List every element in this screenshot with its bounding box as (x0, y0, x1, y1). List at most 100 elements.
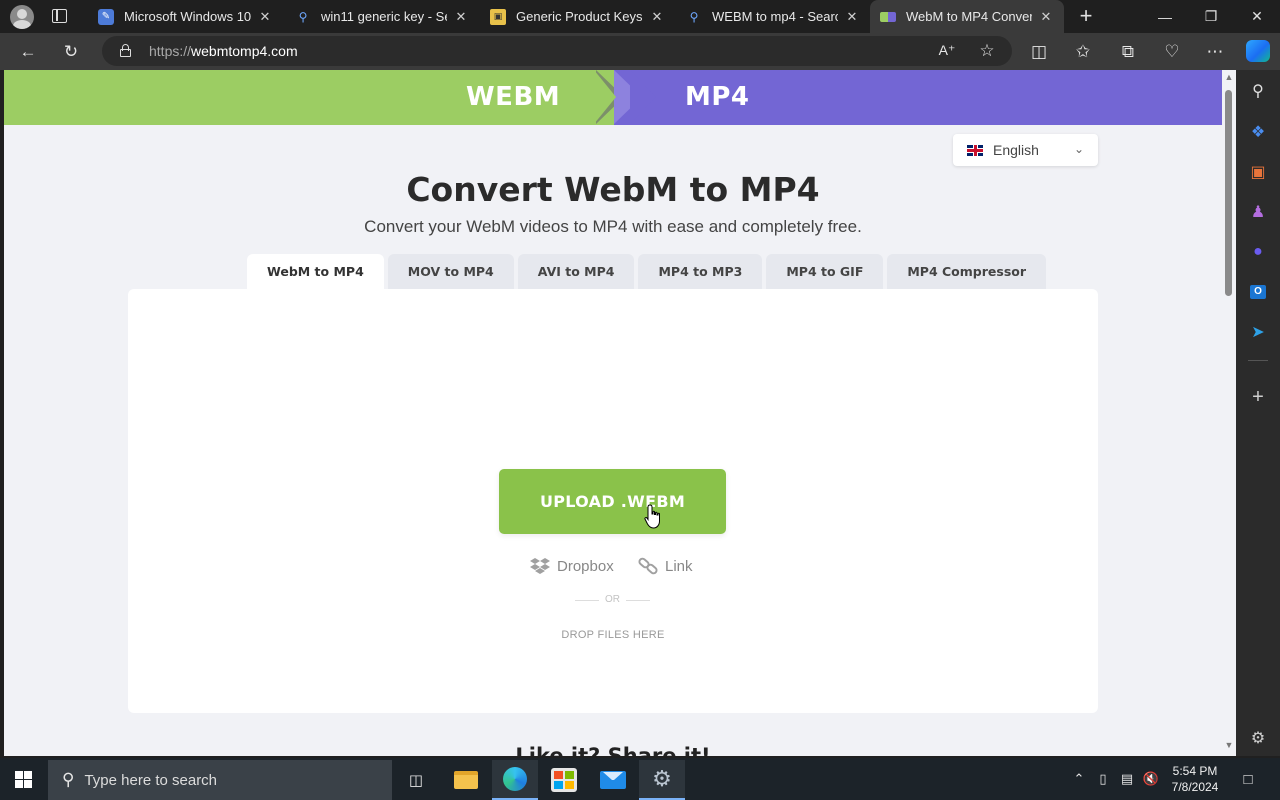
url-scheme: https:// (149, 43, 192, 59)
shopping-tag-icon[interactable]: ❖ (1236, 117, 1280, 147)
network-icon[interactable]: ▤ (1116, 758, 1138, 800)
uk-flag-icon (967, 144, 983, 156)
chevron-arrow (594, 70, 616, 124)
link-icon (637, 555, 659, 577)
restore-icon[interactable]: ❐ (1188, 0, 1234, 33)
read-aloud-icon[interactable]: A⁺ (931, 32, 963, 69)
tab-mp4-compressor[interactable]: MP4 Compressor (887, 254, 1047, 289)
taskbar-search-box[interactable]: ⚲ Type here to search (48, 760, 392, 800)
search-icon: ⚲ (298, 9, 308, 24)
games-icon[interactable]: ♟ (1236, 197, 1280, 227)
sidebar-search-icon[interactable]: ⚲ (1236, 76, 1280, 106)
language-label: English (993, 142, 1039, 158)
minimize-icon[interactable]: — (1142, 0, 1188, 33)
scroll-up-icon[interactable]: ▲ (1224, 72, 1234, 82)
tab-microsoft-windows[interactable]: ✎ Microsoft Windows 10 v ✕ (88, 0, 283, 33)
page-subtitle: Convert your WebM videos to MP4 with eas… (364, 217, 862, 236)
split-screen-icon[interactable]: ◫ (1023, 33, 1055, 70)
upload-webm-button[interactable]: UPLOAD .WEBM (499, 469, 726, 534)
browser-tab-strip: ✎ Microsoft Windows 10 v ✕ ⚲ win11 gener… (0, 0, 1280, 33)
tab-avi-to-mp4[interactable]: AVI to MP4 (517, 254, 635, 289)
telegram-send-icon[interactable]: ➤ (1236, 317, 1280, 347)
battery-icon[interactable]: ▯ (1093, 758, 1113, 800)
tab-webm-to-mp4[interactable]: WebM to MP4 (247, 254, 384, 289)
tab-webm-to-mp4-converter[interactable]: WebM to MP4 Converte ✕ (870, 0, 1064, 33)
file-explorer-icon[interactable] (443, 760, 489, 800)
taskbar-search-placeholder: Type here to search (84, 771, 218, 789)
collections-icon[interactable]: ⧉ (1112, 33, 1144, 70)
back-icon[interactable]: ← (12, 33, 44, 70)
upload-card[interactable]: UPLOAD .WEBM Dropbox Link OR DROP FILES … (128, 289, 1098, 713)
site-banner: WEBM MP4 (4, 70, 1222, 125)
mail-icon[interactable] (590, 760, 636, 800)
search-icon: ⚲ (62, 770, 75, 789)
tab-actions-icon[interactable] (52, 9, 67, 23)
search-icon: ⚲ (689, 9, 699, 24)
scroll-down-icon[interactable]: ▼ (1224, 740, 1234, 750)
chevron-down-icon: ⌄ (1073, 142, 1084, 156)
tab-mp4-to-gif[interactable]: MP4 to GIF (766, 254, 884, 289)
drop-files-hint: DROP FILES HERE (561, 629, 665, 641)
show-hidden-icons-icon[interactable]: ⌃ (1068, 758, 1090, 800)
tab-webm-to-mp4-search[interactable]: ⚲ WEBM to mp4 - Search ✕ (676, 0, 870, 33)
profile-avatar[interactable] (10, 5, 34, 29)
tab-mp4-to-mp3[interactable]: MP4 to MP3 (638, 254, 763, 289)
or-divider: OR (575, 594, 650, 605)
add-sidebar-icon[interactable]: + (1236, 382, 1280, 412)
microsoft-store-icon[interactable] (541, 760, 587, 800)
settings-taskbar-icon[interactable]: ⚙ (639, 760, 685, 800)
tools-icon[interactable]: ▣ (1236, 157, 1280, 187)
close-icon[interactable]: ✕ (844, 9, 860, 25)
volume-muted-icon[interactable]: 🔇 (1140, 758, 1162, 800)
close-icon[interactable]: ✕ (1038, 9, 1054, 25)
browser-essentials-icon[interactable]: ♡ (1156, 33, 1188, 70)
edge-sidebar: ⚲ ❖ ▣ ♟ ● O ➤ + ⚙ (1236, 70, 1280, 756)
taskbar-clock[interactable]: 5:54 PM 7/8/2024 (1166, 763, 1224, 795)
close-icon[interactable]: ✕ (257, 9, 273, 25)
webm-favicon (880, 11, 896, 22)
page-scrollbar[interactable]: ▲ ▼ (1222, 70, 1236, 756)
favorite-star-icon[interactable]: ☆ (971, 32, 1003, 69)
link-button[interactable]: Link (637, 555, 693, 577)
mouse-pointer-icon (644, 504, 660, 529)
address-bar[interactable]: https://webmtomp4.com A⁺ ☆ (102, 36, 1012, 66)
windows-taskbar: ⚲ Type here to search ◫ ⚙ ⌃ ▯ ▤ 🔇 5:54 P… (0, 758, 1280, 800)
logo-webm: WEBM (466, 82, 561, 112)
page-icon: ▣ (490, 8, 506, 25)
chevron-arrow (630, 70, 656, 124)
favorites-icon[interactable]: ✩ (1067, 33, 1099, 70)
share-heading: Like it? Share it! (515, 744, 711, 756)
clock-time: 5:54 PM (1172, 764, 1218, 778)
dropbox-label: Dropbox (557, 557, 614, 575)
language-selector[interactable]: English ⌄ (953, 134, 1098, 166)
logo-mp4: MP4 (685, 82, 750, 112)
tab-mov-to-mp4[interactable]: MOV to MP4 (387, 254, 514, 289)
outlook-icon[interactable]: O (1236, 277, 1280, 307)
edge-taskbar-icon[interactable] (492, 760, 538, 800)
page-title: Convert WebM to MP4 (406, 170, 820, 209)
clock-date: 7/8/2024 (1171, 780, 1219, 794)
new-tab-icon[interactable]: + (1074, 4, 1098, 28)
more-menu-icon[interactable]: ⋯ (1199, 33, 1231, 70)
page-viewport: WEBM MP4 English ⌄ Convert WebM to MP4 C… (4, 70, 1222, 756)
close-window-icon[interactable]: ✕ (1234, 0, 1280, 33)
close-icon[interactable]: ✕ (649, 9, 665, 25)
windows-start-icon[interactable] (15, 771, 32, 788)
sidebar-settings-icon[interactable]: ⚙ (1236, 723, 1280, 753)
dropbox-icon (529, 555, 551, 577)
refresh-icon[interactable]: ↻ (55, 33, 87, 70)
notifications-icon[interactable]: □ (1236, 758, 1260, 800)
dropbox-button[interactable]: Dropbox (529, 555, 614, 577)
converter-tabs: WebM to MP4 MOV to MP4 AVI to MP4 MP4 to… (247, 254, 1050, 289)
task-view-icon[interactable]: ◫ (393, 760, 439, 800)
copilot-icon[interactable] (1246, 40, 1270, 62)
tab-generic-product-keys[interactable]: ▣ Generic Product Keys to ✕ (480, 0, 675, 33)
copilot-sidebar-icon[interactable]: ● (1236, 237, 1280, 267)
close-icon[interactable]: ✕ (453, 9, 469, 25)
lock-icon[interactable] (120, 44, 131, 57)
url-text: https://webmtomp4.com (149, 43, 298, 59)
browser-toolbar: ← ↻ https://webmtomp4.com A⁺ ☆ ◫ ✩ ⧉ ♡ ⋯ (0, 33, 1280, 70)
scrollbar-thumb[interactable] (1225, 90, 1232, 296)
url-host: webmtomp4.com (191, 43, 298, 59)
tab-win11-generic-key[interactable]: ⚲ win11 generic key - Sea ✕ (285, 0, 479, 33)
